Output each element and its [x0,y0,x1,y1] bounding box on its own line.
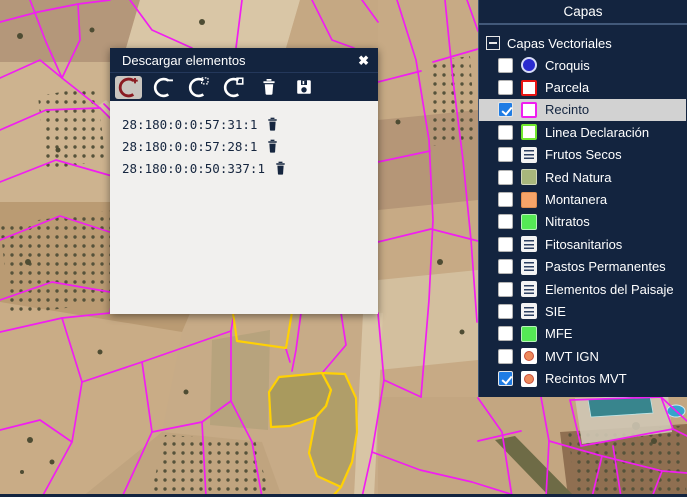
remove-selection-button[interactable] [150,76,177,99]
select-by-layer-icon [223,77,244,98]
layer-row-mvt-ign[interactable]: MVT IGN [479,345,687,367]
dialog-toolbar [110,72,378,101]
layer-label: Croquis [545,58,590,73]
checkbox-sie[interactable] [498,304,513,319]
checkbox-recinto[interactable] [498,102,513,117]
checkbox-montanera[interactable] [498,192,513,207]
layer-label: MVT IGN [545,349,599,364]
save-button[interactable] [290,76,317,99]
red-outline-square-icon [521,80,537,96]
trash-icon [274,161,287,176]
parcel-id: 28:180:0:0:57:28:1 [122,139,257,154]
list-item: 28:180:0:0:57:31:1 [122,113,378,135]
select-dashed-box-button[interactable] [185,76,212,99]
checkbox-mvt-ign[interactable] [498,349,513,364]
checkbox-pastos-permanentes[interactable] [498,259,513,274]
download-elements-dialog: Descargar elementos ✖ [110,48,378,314]
clear-all-button[interactable] [255,76,282,99]
select-by-layer-button[interactable] [220,76,247,99]
parcel-id: 28:180:0:0:50:337:1 [122,161,265,176]
blue-circle-icon [521,57,537,73]
layer-label: Fitosanitarios [545,237,622,252]
layer-row-linea-declaracion[interactable]: Linea Declaración [479,121,687,143]
group-capas-vectoriales[interactable]: Capas Vectoriales [479,32,687,54]
layer-label: SIE [545,304,566,319]
layer-row-mfe[interactable]: MFE [479,323,687,345]
layer-label: Recinto [545,102,589,117]
layer-label: Montanera [545,192,607,207]
checkbox-mfe[interactable] [498,326,513,341]
delete-item-button[interactable] [266,117,279,132]
close-icon[interactable]: ✖ [358,54,369,67]
layer-row-red-natura[interactable]: Red Natura [479,166,687,188]
save-icon [294,77,314,97]
green-fill-icon [521,214,537,230]
layers-tree: Capas Vectoriales Croquis Parcela Recint… [479,25,687,390]
selected-elements-list: 28:180:0:0:57:31:1 28:180:0:0:57:28:1 [110,101,378,314]
layer-row-pastos-permanentes[interactable]: Pastos Permanentes [479,256,687,278]
peach-fill-icon [521,192,537,208]
list-item: 28:180:0:0:50:337:1 [122,157,378,179]
orange-circle-icon [521,371,537,387]
checkbox-frutos-secos[interactable] [498,147,513,162]
add-selection-button[interactable] [115,76,142,99]
layer-label: Red Natura [545,170,611,185]
list-icon [521,303,537,319]
add-selection-icon [118,77,139,98]
checkbox-elementos-del-paisaje[interactable] [498,282,513,297]
gis-viewer: Descargar elementos ✖ [0,0,687,497]
list-icon [521,147,537,163]
layer-label: Recintos MVT [545,371,627,386]
checkbox-recintos-mvt[interactable] [498,371,513,386]
list-icon [521,236,537,252]
list-item: 28:180:0:0:57:28:1 [122,135,378,157]
parcel-id: 28:180:0:0:57:31:1 [122,117,257,132]
checkbox-fitosanitarios[interactable] [498,237,513,252]
checkbox-croquis[interactable] [498,58,513,73]
trash-icon [259,77,279,97]
layer-label: Elementos del Paisaje [545,282,674,297]
checkbox-linea-declaracion[interactable] [498,125,513,140]
collapse-icon[interactable] [486,36,500,50]
layer-label: Nitratos [545,214,590,229]
layer-label: Pastos Permanentes [545,259,666,274]
layer-row-recinto[interactable]: Recinto [479,99,686,121]
checkbox-red-natura[interactable] [498,170,513,185]
remove-selection-icon [153,77,174,98]
delete-item-button[interactable] [266,139,279,154]
green-fill-icon [521,326,537,342]
layer-row-croquis[interactable]: Croquis [479,54,687,76]
trash-icon [266,117,279,132]
trash-icon [266,139,279,154]
magenta-outline-square-icon [521,102,537,118]
dialog-title: Descargar elementos [122,53,358,68]
select-dashed-box-icon [188,77,209,98]
layer-row-recintos-mvt[interactable]: Recintos MVT [479,367,687,389]
green-outline-square-icon [521,124,537,140]
layer-label: Parcela [545,80,589,95]
layer-row-frutos-secos[interactable]: Frutos Secos [479,144,687,166]
layer-row-montanera[interactable]: Montanera [479,188,687,210]
group-label: Capas Vectoriales [507,36,612,51]
layer-label: Frutos Secos [545,147,622,162]
list-icon [521,281,537,297]
layer-row-sie[interactable]: SIE [479,300,687,322]
checkbox-parcela[interactable] [498,80,513,95]
layer-label: MFE [545,326,572,341]
delete-item-button[interactable] [274,161,287,176]
dialog-titlebar[interactable]: Descargar elementos ✖ [110,48,378,72]
orange-circle-icon [521,348,537,364]
layer-row-fitosanitarios[interactable]: Fitosanitarios [479,233,687,255]
layer-label: Linea Declaración [545,125,649,140]
layer-row-nitratos[interactable]: Nitratos [479,211,687,233]
sage-fill-icon [521,169,537,185]
layer-row-elementos-del-paisaje[interactable]: Elementos del Paisaje [479,278,687,300]
layers-panel: Capas Capas Vectoriales Croquis Parcela … [478,0,687,397]
layer-row-parcela[interactable]: Parcela [479,76,687,98]
checkbox-nitratos[interactable] [498,214,513,229]
list-icon [521,259,537,275]
layers-panel-title: Capas [479,0,687,25]
